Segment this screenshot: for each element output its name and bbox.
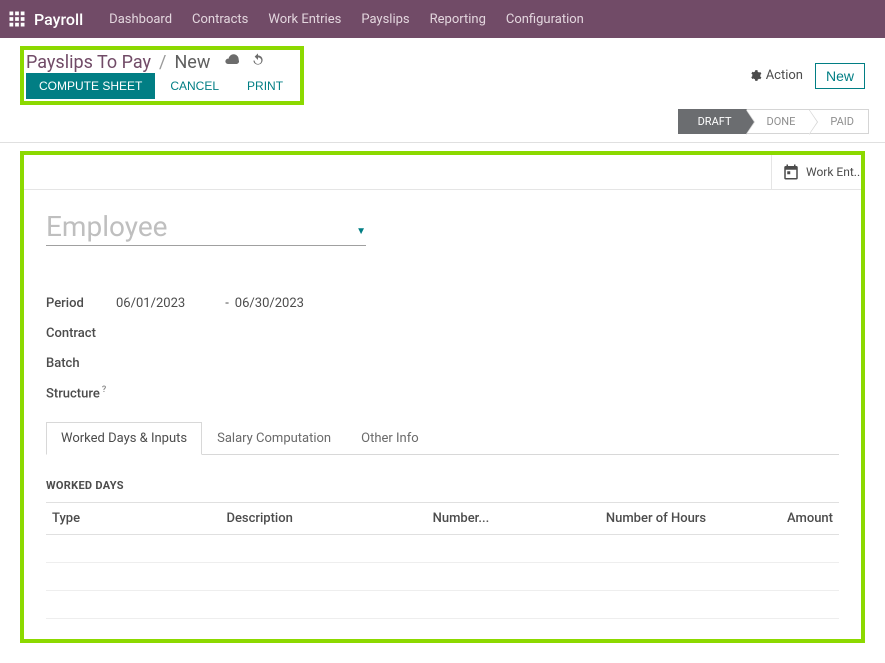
tab-salary-computation[interactable]: Salary Computation	[202, 422, 346, 455]
worked-days-table: Type Description Number... Number of Hou…	[46, 502, 839, 619]
status-step-done[interactable]: DONE	[747, 109, 811, 134]
col-number-days[interactable]: Number...	[427, 503, 554, 535]
status-step-paid[interactable]: PAID	[810, 109, 869, 134]
work-entries-smart-label: Work Ent...	[806, 165, 861, 179]
status-bar: DRAFT DONE PAID	[0, 109, 885, 143]
cloud-save-icon[interactable]	[224, 52, 240, 73]
employee-placeholder: Employee	[46, 210, 356, 243]
tab-other-info[interactable]: Other Info	[346, 422, 434, 455]
status-step-draft[interactable]: DRAFT	[678, 109, 747, 134]
col-number-hours[interactable]: Number of Hours	[554, 503, 713, 535]
nav-reporting[interactable]: Reporting	[420, 12, 496, 27]
period-separator: -	[225, 296, 229, 311]
nav-payslips[interactable]: Payslips	[351, 12, 419, 27]
form-sheet: Work Ent... Employee ▼ Period 06/01/2023…	[20, 151, 865, 643]
nav-contracts[interactable]: Contracts	[182, 12, 258, 27]
period-from-input[interactable]: 06/01/2023	[116, 296, 185, 311]
form-tabs: Worked Days & Inputs Salary Computation …	[46, 422, 839, 455]
cancel-button[interactable]: CANCEL	[157, 73, 232, 99]
breadcrumb-parent[interactable]: Payslips To Pay	[26, 52, 151, 73]
smart-button-box: Work Ent...	[24, 155, 861, 190]
structure-label: Structure?	[46, 385, 126, 401]
new-button[interactable]: New	[815, 63, 865, 89]
gear-icon	[749, 69, 762, 82]
compute-sheet-button[interactable]: COMPUTE SHEET	[26, 73, 155, 99]
control-panel: Payslips To Pay / New COMPUTE SHEET CANC…	[0, 38, 885, 109]
table-row[interactable]	[46, 563, 839, 591]
right-actions: Action New	[749, 63, 865, 89]
top-navbar: Payroll Dashboard Contracts Work Entries…	[0, 0, 885, 38]
action-menu-label: Action	[766, 68, 803, 83]
worked-days-heading: WORKED DAYS	[46, 479, 839, 492]
period-label: Period	[46, 296, 116, 311]
discard-undo-icon[interactable]	[250, 52, 266, 73]
dropdown-caret-icon[interactable]: ▼	[356, 226, 366, 243]
action-button-row: COMPUTE SHEET CANCEL PRINT	[26, 73, 296, 99]
period-to-input[interactable]: 06/30/2023	[235, 296, 304, 311]
print-button[interactable]: PRINT	[234, 73, 296, 99]
app-brand[interactable]: Payroll	[34, 10, 83, 29]
breadcrumb: Payslips To Pay / New	[26, 52, 296, 73]
table-row[interactable]	[46, 535, 839, 563]
employee-field[interactable]: Employee ▼	[46, 210, 366, 246]
col-description[interactable]: Description	[220, 503, 426, 535]
nav-dashboard[interactable]: Dashboard	[99, 12, 182, 27]
breadcrumb-current: New	[174, 52, 210, 73]
action-menu-button[interactable]: Action	[749, 68, 803, 83]
col-amount[interactable]: Amount	[712, 503, 839, 535]
table-row[interactable]	[46, 591, 839, 619]
tab-worked-days[interactable]: Worked Days & Inputs	[46, 422, 202, 455]
breadcrumb-separator: /	[159, 52, 166, 73]
nav-configuration[interactable]: Configuration	[496, 12, 594, 27]
header-highlight: Payslips To Pay / New COMPUTE SHEET CANC…	[20, 46, 304, 105]
work-entries-smart-button[interactable]: Work Ent...	[771, 155, 861, 189]
contract-label: Contract	[46, 326, 116, 341]
nav-work-entries[interactable]: Work Entries	[258, 12, 351, 27]
batch-label: Batch	[46, 356, 116, 371]
apps-icon[interactable]	[8, 10, 26, 28]
col-type[interactable]: Type	[46, 503, 220, 535]
help-icon[interactable]: ?	[102, 385, 106, 395]
calendar-icon	[782, 163, 800, 181]
